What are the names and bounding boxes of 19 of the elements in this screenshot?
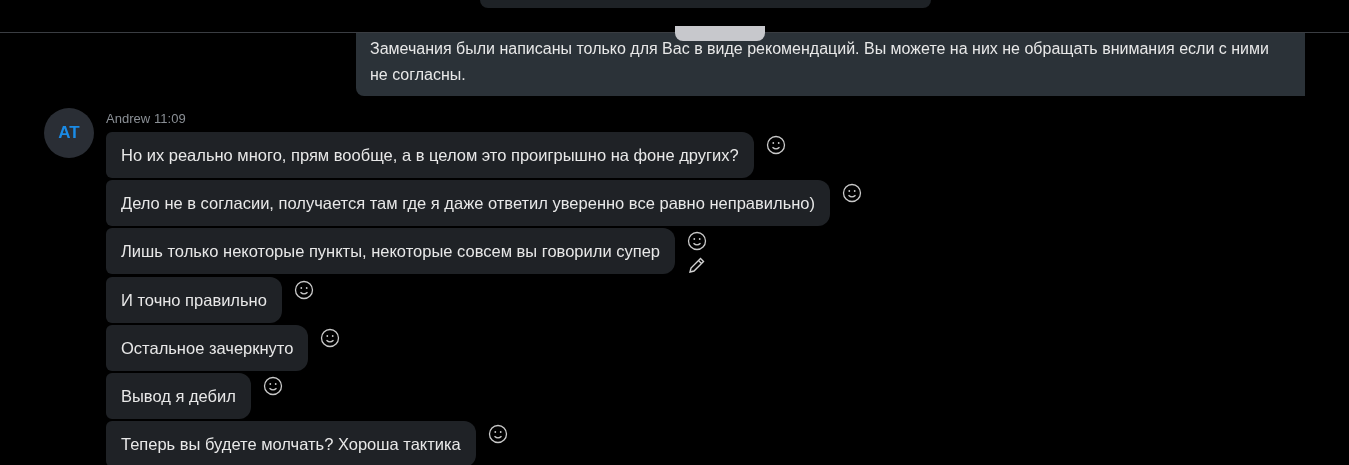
message-bubble: Теперь вы будете молчать? Хороша тактика (106, 421, 476, 465)
message-bubble: Лишь только некоторые пункты, некоторые совсем вы говорили супер (106, 228, 675, 274)
emoji-icon[interactable] (487, 424, 508, 444)
message-time: 11:09 (154, 111, 186, 127)
emoji-icon[interactable] (765, 135, 786, 155)
message-bubble: Но их реально много, прям вообще, а в целом это проигрышно на фоне других? (106, 132, 754, 178)
message-bubble: Замечания были написаны только для Вас в виде рекомендаций. Вы можете на них не обращать внимания если с ними не согласны. (356, 33, 1305, 96)
emoji-icon[interactable] (687, 231, 707, 251)
message-bubble: И точно правильно (106, 277, 282, 323)
emoji-icon[interactable] (262, 376, 283, 396)
author-name: Andrew (106, 111, 151, 127)
message-bubble: Вывод я дебил (106, 373, 251, 419)
message-bubble: Остальное зачеркнуто (106, 325, 309, 371)
emoji-icon[interactable] (293, 280, 314, 300)
message-bubble: Дело не в согласии, получается там где я даже ответил уверенно все равно неправильно) (106, 180, 830, 226)
emoji-icon[interactable] (842, 183, 862, 203)
avatar[interactable]: AT (44, 108, 94, 158)
pencil-icon[interactable] (687, 255, 707, 275)
emoji-icon[interactable] (320, 328, 341, 348)
